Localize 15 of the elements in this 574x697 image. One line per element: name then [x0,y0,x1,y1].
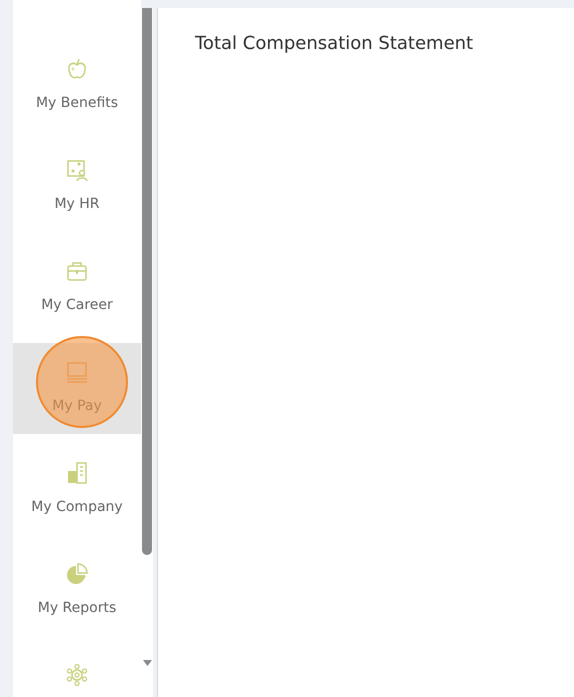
item-label: My Company [31,499,123,516]
scrollbar[interactable] [141,8,153,697]
scroll-down-icon[interactable] [143,660,152,666]
gear-icon [65,663,89,687]
monitor-icon [65,360,89,384]
apple-icon [65,57,89,81]
item-label: My HR [54,196,100,213]
item-label: My Career [41,297,113,314]
person-board-icon [65,158,89,182]
page-title: Total Compensation Statement [195,33,474,54]
scrollbar-thumb[interactable] [142,8,152,555]
item-label: My Benefits [36,95,118,112]
buildings-icon [65,461,89,485]
pie-chart-icon [65,562,89,586]
item-label: My Reports [38,600,116,617]
